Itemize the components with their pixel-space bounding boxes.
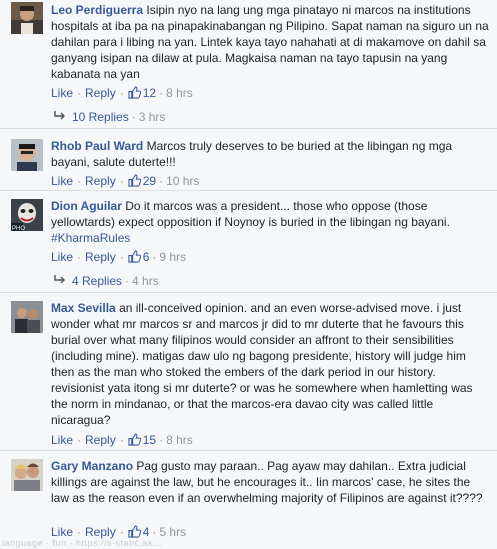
comment-text: an ill-conceived opinion. and an even wo…: [51, 301, 473, 427]
like-count[interactable]: 4: [128, 525, 149, 539]
replies-count-link[interactable]: 4 Replies: [72, 274, 122, 288]
like-link[interactable]: Like: [51, 174, 73, 188]
watermark: language · fun · https://s-static.ak...: [2, 538, 163, 548]
comment-time[interactable]: 8 hrs: [166, 86, 193, 100]
comment-time[interactable]: 5 hrs: [159, 525, 186, 539]
like-count[interactable]: 29: [128, 174, 156, 188]
like-count[interactable]: 12: [128, 86, 156, 100]
comment-author[interactable]: Dion Aguilar: [51, 199, 122, 213]
thumbs-up-icon: [128, 433, 141, 446]
separator: ·: [152, 250, 157, 264]
separator: ·: [119, 525, 124, 539]
comment-time[interactable]: 8 hrs: [166, 433, 193, 447]
comment-actions: Like · Reply · 29 · 10 hrs: [51, 173, 199, 189]
separator: ·: [159, 86, 164, 100]
avatar[interactable]: PHO: [11, 199, 43, 231]
avatar[interactable]: [11, 459, 43, 491]
comment-body: Gary Manzano Pag gusto may paraan.. Pag …: [51, 458, 491, 506]
separator: ·: [77, 250, 82, 264]
replies-time: 4 hrs: [132, 274, 159, 288]
separator: ·: [152, 525, 157, 539]
divider: [0, 190, 497, 191]
comment-author[interactable]: Rhob Paul Ward: [51, 139, 143, 153]
like-link[interactable]: Like: [51, 86, 73, 100]
like-link[interactable]: Like: [51, 525, 73, 539]
reply-link[interactable]: Reply: [85, 250, 116, 264]
separator: ·: [77, 433, 82, 447]
comment-body: Max Sevilla an ill-conceived opinion. an…: [51, 300, 491, 428]
like-link[interactable]: Like: [51, 250, 73, 264]
hashtag-link[interactable]: #KharmaRules: [51, 231, 130, 245]
separator: ·: [159, 174, 164, 188]
like-link[interactable]: Like: [51, 433, 73, 447]
avatar[interactable]: [11, 301, 43, 333]
reply-arrow-icon: [54, 275, 65, 284]
divider: [0, 128, 497, 129]
avatar[interactable]: [11, 139, 43, 171]
comment-actions: Like · Reply · 6 · 9 hrs: [51, 249, 186, 265]
comment-actions: Like · Reply · 12 · 8 hrs: [51, 85, 193, 101]
separator: ·: [159, 433, 164, 447]
like-count[interactable]: 6: [128, 250, 149, 264]
replies-count-link[interactable]: 10 Replies: [72, 110, 129, 124]
comment-body: Leo Perdiguerra Isipin nyo na lang ung m…: [51, 2, 491, 82]
thumbs-up-icon: [128, 86, 141, 99]
separator: ·: [77, 86, 82, 100]
divider: [0, 450, 497, 451]
separator: ·: [77, 525, 82, 539]
comment-author[interactable]: Leo Perdiguerra: [51, 3, 143, 17]
thumbs-up-icon: [128, 174, 141, 187]
svg-text:PHO: PHO: [12, 226, 25, 231]
view-replies[interactable]: 4 Replies · 4 hrs: [54, 273, 159, 289]
avatar[interactable]: [11, 2, 43, 34]
comment-author[interactable]: Max Sevilla: [51, 301, 116, 315]
comment-actions: Like · Reply · 15 · 8 hrs: [51, 432, 193, 448]
replies-time: 3 hrs: [138, 110, 166, 124]
reply-link[interactable]: Reply: [85, 525, 116, 539]
separator: ·: [119, 174, 124, 188]
separator: ·: [119, 250, 124, 264]
separator: ·: [119, 86, 124, 100]
view-replies[interactable]: 10 Replies · 3 hrs: [54, 109, 165, 125]
reply-arrow-icon: [54, 111, 65, 120]
comment-body: Rhob Paul Ward Marcos truly deserves to …: [51, 138, 491, 170]
separator: ·: [125, 274, 130, 288]
reply-link[interactable]: Reply: [85, 433, 116, 447]
separator: ·: [131, 110, 136, 124]
divider: [0, 292, 497, 293]
like-count[interactable]: 15: [128, 433, 156, 447]
reply-link[interactable]: Reply: [85, 174, 116, 188]
comment-body: Dion Aguilar Do it marcos was a presiden…: [51, 198, 491, 246]
reply-link[interactable]: Reply: [85, 86, 116, 100]
separator: ·: [119, 433, 124, 447]
separator: ·: [77, 174, 82, 188]
comment-time[interactable]: 9 hrs: [159, 250, 186, 264]
thumbs-up-icon: [128, 250, 141, 263]
comment-time[interactable]: 10 hrs: [166, 174, 199, 188]
thumbs-up-icon: [128, 525, 141, 538]
comment-author[interactable]: Gary Manzano: [51, 459, 133, 473]
